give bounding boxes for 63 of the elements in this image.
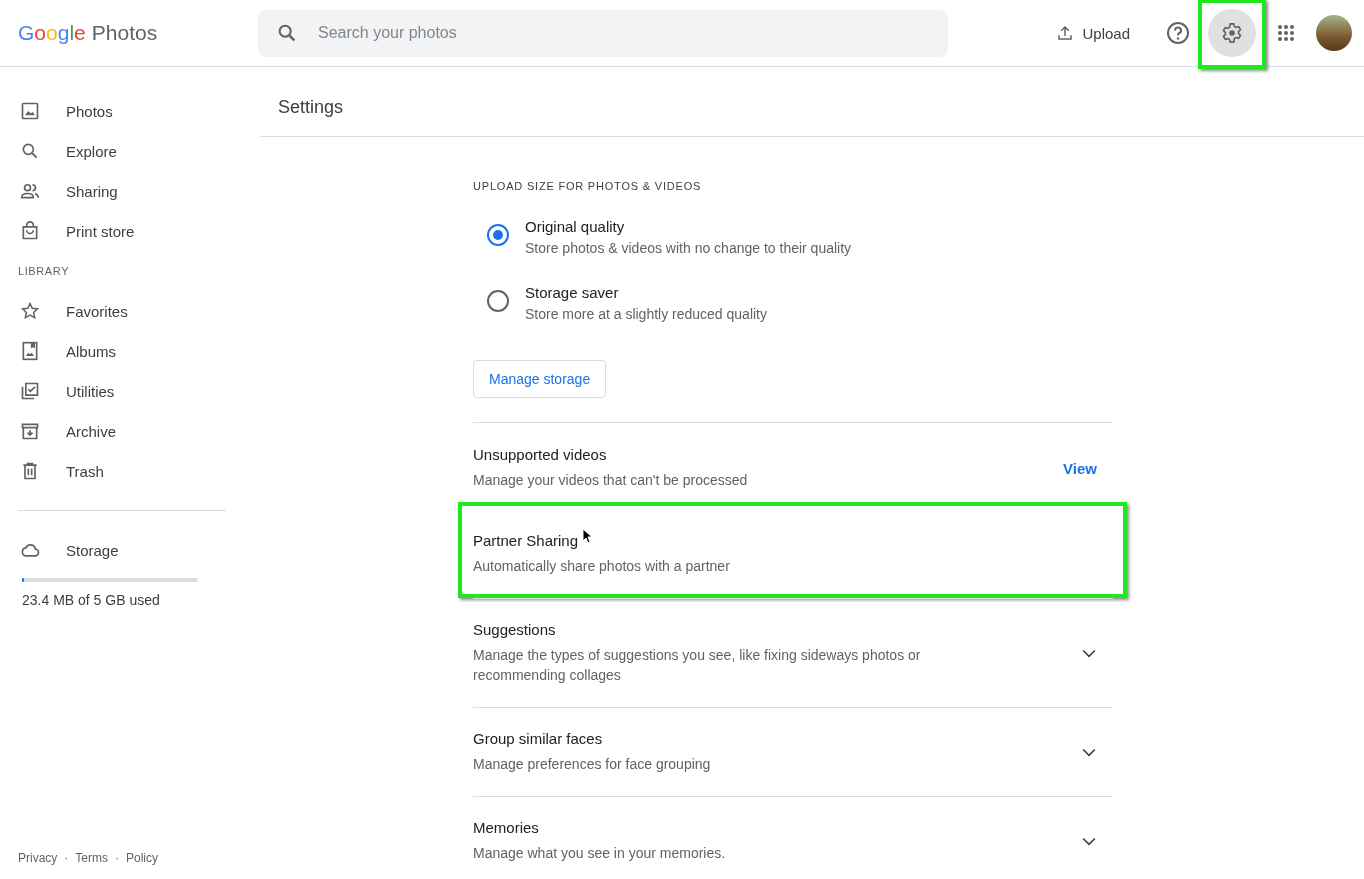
sidebar-item[interactable]: Archive bbox=[0, 411, 240, 451]
setting-title: Memories bbox=[473, 819, 539, 836]
setting-row[interactable]: Suggestions Manage the types of suggestions you see, like fixing sideways photos or recommending collages bbox=[473, 598, 1113, 707]
help-icon bbox=[1166, 21, 1190, 45]
upload-icon bbox=[1056, 24, 1075, 42]
radio-button[interactable] bbox=[487, 290, 509, 312]
bag-icon bbox=[20, 221, 40, 241]
separator-dot: · bbox=[115, 851, 119, 865]
sidebar-item[interactable]: Trash bbox=[0, 451, 240, 491]
option-title: Original quality bbox=[525, 218, 626, 235]
search-icon bbox=[20, 141, 40, 161]
manage-storage-button[interactable]: Manage storage bbox=[473, 360, 607, 398]
setting-title: Group similar faces bbox=[473, 730, 603, 747]
footer-link[interactable]: Terms bbox=[75, 851, 108, 865]
sidebar-item[interactable]: Albums bbox=[0, 331, 240, 371]
avatar[interactable] bbox=[1316, 15, 1352, 51]
radio-button[interactable] bbox=[487, 224, 509, 246]
archive-icon bbox=[20, 421, 40, 441]
view-link[interactable]: View bbox=[1063, 459, 1097, 477]
trash-icon bbox=[20, 461, 40, 481]
setting-description: Manage what you see in your memories. bbox=[473, 844, 727, 863]
page-title: Settings bbox=[260, 67, 1364, 137]
sidebar-item[interactable]: Print store bbox=[0, 211, 240, 251]
setting-description: Automatically share photos with a partner bbox=[473, 557, 731, 576]
section-heading: UPLOAD SIZE FOR PHOTOS & VIDEOS bbox=[473, 179, 703, 192]
settings-icon bbox=[1221, 22, 1243, 44]
footer-link[interactable]: Policy bbox=[126, 851, 159, 865]
sidebar-item[interactable]: Explore bbox=[0, 131, 240, 171]
setting-row[interactable]: Unsupported videos Manage your videos that can't be processed View bbox=[473, 422, 1113, 512]
search-icon bbox=[276, 22, 298, 44]
footer-link[interactable]: Privacy bbox=[18, 851, 58, 865]
sidebar-item[interactable]: Storage bbox=[0, 530, 240, 570]
storage-usage: 23.4 MB of 5 GB used bbox=[21, 591, 161, 608]
setting-row[interactable]: Partner Sharing Automatically share photos with a partner bbox=[458, 502, 1127, 598]
separator-dot: · bbox=[64, 851, 69, 865]
search-input[interactable]: Search your photos bbox=[316, 23, 820, 43]
album-icon bbox=[20, 341, 40, 361]
grid-icon bbox=[1277, 24, 1295, 42]
setting-description: Manage your videos that can't be processed bbox=[473, 471, 749, 490]
sidebar-item[interactable]: Favorites bbox=[0, 291, 240, 331]
setting-title: Suggestions bbox=[473, 621, 556, 638]
people-icon bbox=[20, 181, 40, 201]
star-icon bbox=[20, 301, 40, 321]
app-logo[interactable]: Google Photos bbox=[0, 21, 258, 45]
setting-title: Partner Sharing bbox=[473, 532, 579, 549]
upload-button[interactable]: Upload bbox=[1046, 16, 1140, 50]
setting-description: Manage the types of suggestions you see, like fixing sideways photos or recommending collages bbox=[473, 646, 922, 685]
option-title: Storage saver bbox=[525, 284, 620, 301]
sidebar-item[interactable]: Photos bbox=[0, 91, 240, 131]
option-description: Store more at a slightly reduced quality bbox=[525, 306, 767, 322]
setting-row[interactable]: Group similar faces Manage preferences for face grouping bbox=[473, 707, 1113, 796]
sidebar-item[interactable]: Utilities bbox=[0, 371, 240, 411]
cursor-icon bbox=[582, 528, 592, 544]
option-description: Store photos & videos with no change to their quality bbox=[525, 240, 852, 256]
section-label: LIBRARY bbox=[17, 264, 71, 279]
setting-row[interactable]: Memories Manage what you see in your memories. bbox=[473, 796, 1113, 879]
checklist-icon bbox=[20, 381, 40, 401]
search-bar[interactable]: Search your photos bbox=[258, 9, 948, 57]
setting-description: Manage preferences for face grouping bbox=[473, 755, 712, 774]
sidebar-item[interactable]: Sharing bbox=[0, 171, 240, 211]
setting-title: Unsupported videos bbox=[473, 446, 607, 463]
image-icon bbox=[20, 101, 40, 121]
settings-button[interactable] bbox=[1208, 9, 1256, 57]
